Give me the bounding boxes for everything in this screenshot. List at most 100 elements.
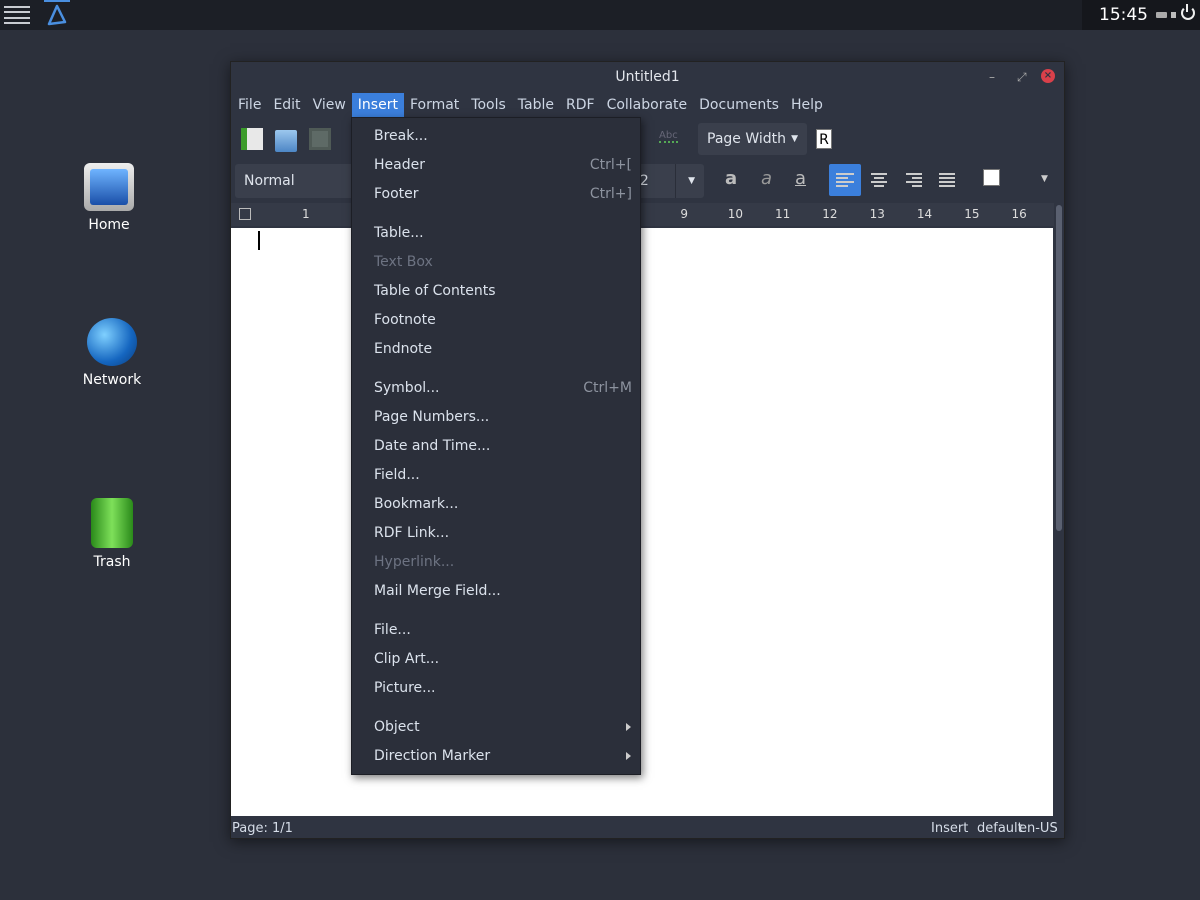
app-menu-icon[interactable] (4, 6, 30, 24)
menu-item-footnote[interactable]: Footnote (352, 306, 640, 335)
menu-item-label: Object (374, 719, 420, 735)
menu-item-label: Symbol... (374, 380, 440, 396)
menu-item-label: Footnote (374, 312, 436, 328)
justify-button[interactable] (931, 164, 963, 196)
menu-format[interactable]: Format (404, 93, 465, 118)
close-icon[interactable]: × (1041, 69, 1055, 83)
menu-item-label: Header (374, 157, 425, 173)
chevron-down-icon: ▼ (675, 164, 695, 198)
chevron-down-icon: ▼ (791, 134, 798, 144)
menu-item-header[interactable]: Header Ctrl+[ (352, 151, 640, 180)
menu-item-label: Date and Time... (374, 438, 491, 454)
menu-item-label: Table of Contents (374, 283, 496, 299)
ruler-number: 13 (869, 207, 885, 221)
spellcheck-icon[interactable]: Abc (659, 130, 678, 143)
ruler-number: 1 (302, 207, 310, 221)
menu-item-date-and-time[interactable]: Date and Time... (352, 432, 640, 461)
menu-item-label: Table... (374, 225, 424, 241)
desktop-icon-home[interactable]: Home (59, 163, 159, 233)
menu-item-file[interactable]: File... (352, 616, 640, 645)
new-document-icon[interactable] (241, 128, 263, 150)
menu-item-field[interactable]: Field... (352, 461, 640, 490)
menu-item-hyperlink: Hyperlink... (352, 548, 640, 577)
menu-item-table-of-contents[interactable]: Table of Contents (352, 277, 640, 306)
save-icon[interactable] (309, 128, 331, 150)
menu-item-label: Field... (374, 467, 420, 483)
menu-documents[interactable]: Documents (693, 93, 785, 118)
distro-logo-icon[interactable] (44, 0, 70, 30)
vertical-scrollbar[interactable] (1056, 205, 1062, 531)
power-icon[interactable] (1181, 4, 1195, 20)
menu-file[interactable]: File (232, 93, 267, 118)
menu-item-bookmark[interactable]: Bookmark... (352, 490, 640, 519)
menu-item-rdf-link[interactable]: RDF Link... (352, 519, 640, 548)
menu-table[interactable]: Table (512, 93, 560, 118)
align-right-button[interactable] (897, 164, 929, 196)
menu-item-footer[interactable]: Footer Ctrl+] (352, 180, 640, 209)
open-folder-icon[interactable] (275, 130, 297, 152)
battery-icon[interactable] (1156, 12, 1167, 18)
align-center-button[interactable] (863, 164, 895, 196)
menu-item-picture[interactable]: Picture... (352, 674, 640, 703)
language-default: default (977, 821, 1023, 836)
font-size-select[interactable]: 12▼ (634, 164, 704, 198)
menu-item-label: Picture... (374, 680, 436, 696)
menu-item-label: Bookmark... (374, 496, 459, 512)
ruler-number: 15 (964, 207, 980, 221)
clock[interactable]: 15:45 (1099, 5, 1148, 25)
menu-view[interactable]: View (307, 93, 352, 118)
shortcut: Ctrl+[ (589, 157, 632, 173)
style-value: Normal (244, 173, 295, 189)
ruler-number: 16 (1011, 207, 1027, 221)
menu-collaborate[interactable]: Collaborate (601, 93, 694, 118)
insert-mode: Insert (931, 821, 969, 836)
align-left-button[interactable] (829, 164, 861, 196)
italic-icon[interactable]: a (761, 168, 772, 189)
ruler-number: 14 (916, 207, 933, 221)
desktop-icon-trash[interactable]: Trash (62, 498, 162, 570)
tab-stop-icon[interactable] (239, 208, 251, 220)
style-select[interactable]: Normal (235, 164, 355, 198)
bold-icon[interactable]: a (725, 168, 737, 189)
menu-item-label: File... (374, 622, 411, 638)
menu-item-break[interactable]: Break... (352, 122, 640, 151)
menu-tools[interactable]: Tools (465, 93, 512, 118)
menu-item-label: Break... (374, 128, 428, 144)
underline-icon[interactable]: a (795, 168, 806, 189)
menu-item-mail-merge-field[interactable]: Mail Merge Field... (352, 577, 640, 606)
menu-item-label: Page Numbers... (374, 409, 490, 425)
zoom-select[interactable]: Page Width ▼ (698, 123, 807, 155)
menu-help[interactable]: Help (785, 93, 829, 118)
desktop-icon-network[interactable]: Network (62, 318, 162, 388)
menu-item-label: Direction Marker (374, 748, 491, 764)
menu-item-direction-marker[interactable]: Direction Marker (352, 742, 640, 771)
insert-menu: Break... Header Ctrl+[ Footer Ctrl+] Table...… (351, 117, 641, 775)
desktop-icon-label: Trash (93, 554, 131, 570)
menu-item-endnote[interactable]: Endnote (352, 335, 640, 364)
system-tray: 15:45 (1082, 0, 1200, 30)
menu-item-object[interactable]: Object (352, 713, 640, 742)
menu-item-clip-art[interactable]: Clip Art... (352, 645, 640, 674)
menu-item-label: Text Box (374, 254, 433, 270)
toolbar-overflow-icon[interactable]: ▼ (1041, 174, 1048, 184)
numbered-list-icon[interactable] (983, 169, 1000, 186)
menu-item-label: Footer (374, 186, 419, 202)
ruler-number: 10 (727, 207, 743, 221)
ruler-number: 11 (775, 207, 791, 221)
menu-item-text-box: Text Box (352, 248, 640, 277)
menu-insert[interactable]: Insert (351, 93, 404, 118)
menu-item-symbol[interactable]: Symbol... Ctrl+M (352, 374, 640, 403)
menu-rdf[interactable]: RDF (560, 93, 601, 118)
minimize-icon[interactable]: – (989, 70, 995, 84)
menu-item-label: RDF Link... (374, 525, 450, 541)
trash-icon (91, 498, 133, 548)
menu-item-table[interactable]: Table... (352, 219, 640, 248)
menu-edit[interactable]: Edit (267, 93, 306, 118)
reveal-codes-icon[interactable]: R (816, 129, 832, 149)
menu-item-page-numbers[interactable]: Page Numbers... (352, 403, 640, 432)
maximize-icon[interactable]: ⤢ (1017, 70, 1027, 85)
text-cursor (258, 231, 260, 250)
submenu-arrow-icon (626, 723, 631, 731)
volume-icon[interactable] (1171, 12, 1176, 18)
ruler-number: 12 (822, 207, 838, 221)
